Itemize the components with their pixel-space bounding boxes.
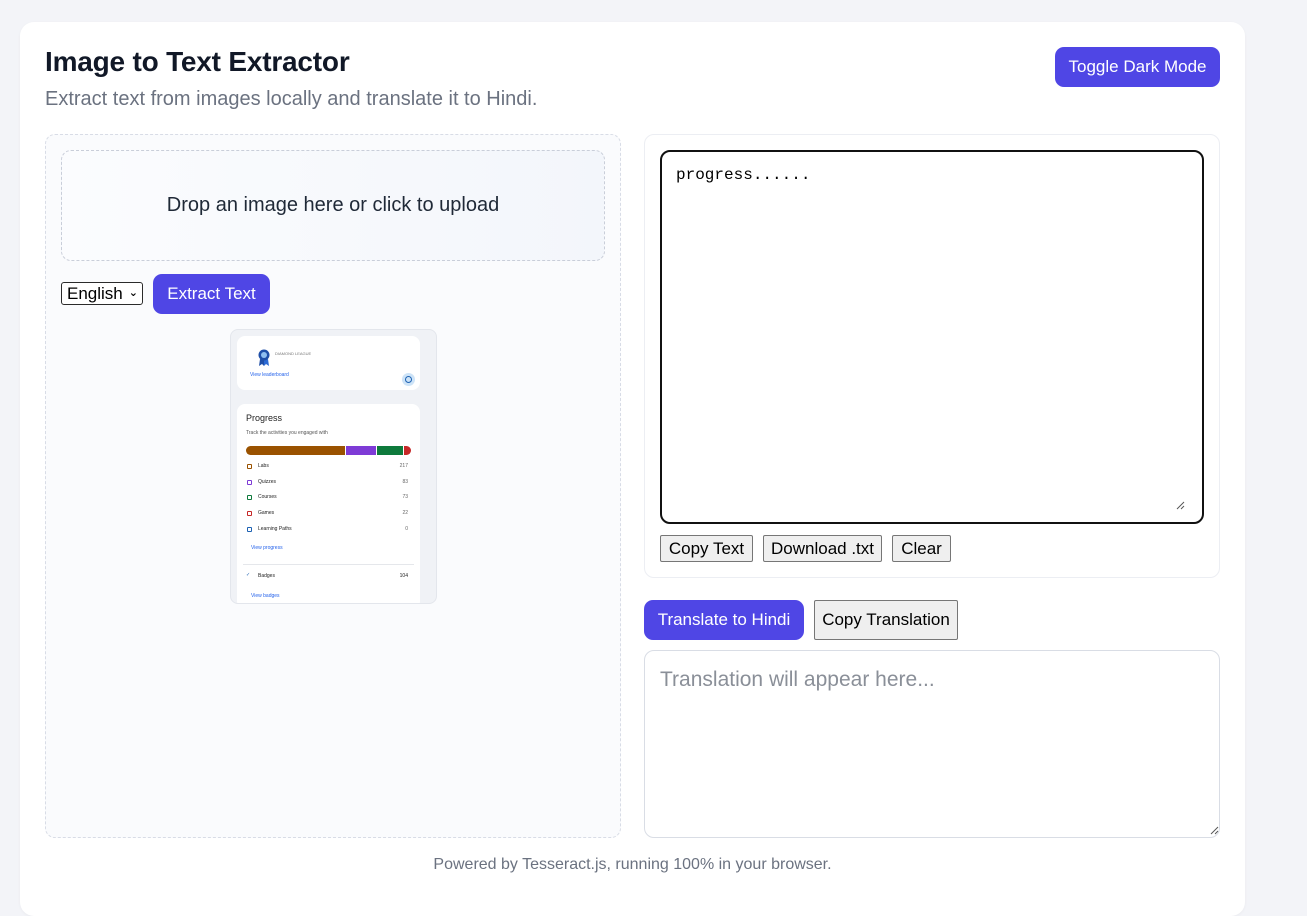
copy-text-button[interactable]: Copy Text: [660, 535, 753, 562]
activity-row-value: 217: [399, 463, 408, 469]
progress-segment: [402, 446, 411, 455]
preview-leaderboard-link: View leaderboard: [250, 372, 289, 378]
chevron-down-icon: ⌄: [128, 287, 138, 299]
image-preview: DIAMOND LEAGUE View leaderboard Progress…: [230, 329, 437, 604]
main-card: Image to Text Extractor Extract text fro…: [20, 22, 1245, 916]
resize-handle-icon[interactable]: [1175, 500, 1185, 510]
copy-translation-button[interactable]: Copy Translation: [814, 600, 958, 640]
medal-icon: [258, 349, 270, 366]
preview-league-card: DIAMOND LEAGUE View leaderboard: [237, 336, 420, 390]
output-panel: progress...... Copy Text Download .txt C…: [644, 134, 1220, 578]
preview-badges-value: 104: [399, 573, 408, 579]
preview-progress-link: View progress: [251, 545, 283, 551]
upload-panel: Drop an image here or click to upload En…: [45, 134, 621, 838]
activity-row-label: Games: [258, 510, 275, 517]
activity-icon: [247, 526, 252, 532]
preview-league-label: DIAMOND LEAGUE: [275, 351, 312, 356]
activity-icon: [247, 495, 252, 501]
page-subtitle: Extract text from images locally and tra…: [45, 88, 538, 110]
preview-progress-bar: [246, 446, 411, 455]
check-icon: ✓: [246, 572, 251, 578]
activity-row-label: Labs: [258, 463, 269, 469]
activity-row-label: Learning Paths: [258, 525, 292, 532]
activity-row-value: 0: [405, 525, 408, 532]
preview-progress-subtitle: Track the activities you engaged with: [246, 430, 328, 436]
activity-icon: [247, 479, 252, 485]
toggle-dark-mode-button[interactable]: Toggle Dark Mode: [1055, 47, 1220, 87]
activity-row-value: 83: [402, 478, 408, 485]
preview-badges-label: Badges: [258, 573, 275, 579]
activity-row-value: 22: [402, 510, 408, 517]
progress-segment: [376, 446, 403, 455]
preview-divider: [243, 564, 414, 565]
translation-output[interactable]: Translation will appear here...: [644, 650, 1220, 838]
clear-button[interactable]: Clear: [892, 535, 951, 562]
preview-progress-card: Progress Track the activities you engage…: [237, 404, 420, 603]
extracted-text-area[interactable]: progress......: [660, 150, 1204, 524]
language-select-value: English: [67, 283, 123, 303]
extract-text-button[interactable]: Extract Text: [153, 274, 270, 314]
footer-text: Powered by Tesseract.js, running 100% in…: [433, 856, 832, 873]
resize-handle-icon[interactable]: [1209, 825, 1219, 835]
preview-progress-title: Progress: [246, 413, 283, 423]
activity-row-value: 73: [402, 494, 408, 501]
download-txt-button[interactable]: Download .txt: [763, 535, 882, 562]
activity-icon: [247, 464, 252, 469]
activity-icon: [247, 511, 252, 517]
page-title: Image to Text Extractor: [45, 46, 350, 77]
image-dropzone[interactable]: Drop an image here or click to upload: [61, 150, 605, 261]
activity-row-label: Courses: [258, 494, 277, 501]
preview-badges-link: View badges: [251, 593, 280, 599]
progress-segment: [246, 446, 345, 455]
progress-segment: [345, 446, 377, 455]
language-select[interactable]: English ⌄: [61, 282, 143, 305]
translate-hindi-button[interactable]: Translate to Hindi: [644, 600, 804, 640]
activity-row-label: Quizzes: [258, 478, 277, 485]
info-icon: [402, 373, 415, 386]
